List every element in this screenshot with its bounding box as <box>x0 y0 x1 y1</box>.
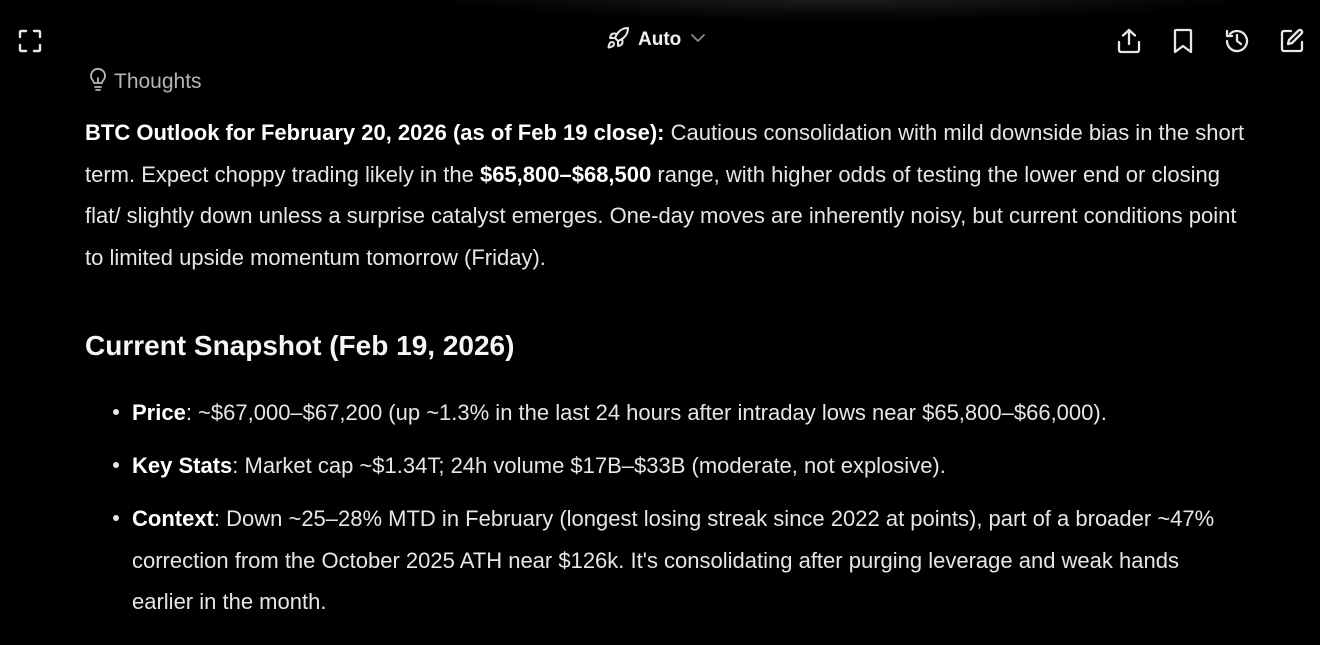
share-icon[interactable] <box>1113 25 1145 57</box>
expand-icon[interactable] <box>14 25 46 57</box>
list-item: Price: ~$67,000–$67,200 (up ~1.3% in the… <box>85 392 1245 434</box>
history-icon[interactable] <box>1221 25 1253 57</box>
outlook-paragraph: BTC Outlook for February 20, 2026 (as of… <box>85 112 1245 278</box>
bookmark-icon[interactable] <box>1167 25 1199 57</box>
edit-icon[interactable] <box>1276 25 1308 57</box>
list-item-text: : ~$67,000–$67,200 (up ~1.3% in the last… <box>185 400 1107 425</box>
thoughts-label: Thoughts <box>114 69 202 93</box>
list-item-label: Key Stats <box>132 453 233 478</box>
list-item-label: Context <box>132 506 214 531</box>
outlook-lead: BTC Outlook for February 20, 2026 (as of… <box>85 120 665 145</box>
response-content: BTC Outlook for February 20, 2026 (as of… <box>85 112 1245 614</box>
mode-label: Auto <box>638 29 682 50</box>
list-item-text: : Down ~25–28% MTD in February (longest … <box>132 506 1215 614</box>
mode-selector[interactable]: Auto <box>606 24 707 56</box>
snapshot-list: Price: ~$67,000–$67,200 (up ~1.3% in the… <box>85 392 1245 634</box>
chevron-down-icon <box>689 29 707 52</box>
list-item: Key Stats: Market cap ~$1.34T; 24h volum… <box>85 445 1245 487</box>
snapshot-heading: Current Snapshot (Feb 19, 2026) <box>85 330 515 361</box>
rocket-icon <box>606 26 630 55</box>
thoughts-toggle[interactable]: Thoughts <box>86 66 202 97</box>
lightbulb-icon <box>86 66 110 97</box>
list-item: Context: Down ~25–28% MTD in February (l… <box>85 498 1245 623</box>
outlook-range: $65,800–$68,500 <box>479 161 652 187</box>
list-item-text: : Market cap ~$1.34T; 24h volume $17B–$3… <box>232 453 946 478</box>
list-item-label: Price <box>132 400 186 425</box>
